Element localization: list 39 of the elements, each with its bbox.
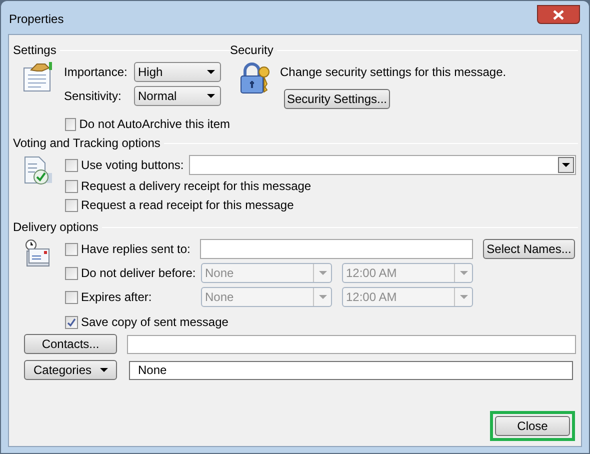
caret-icon: [460, 271, 468, 275]
padlock-key-icon: [239, 62, 271, 94]
checkbox[interactable]: Request a read receipt for this message: [65, 197, 576, 213]
checklist-icon: [23, 156, 53, 186]
close-dialog-button[interactable]: Close: [495, 416, 570, 436]
checkbox[interactable]: Request a delivery receipt for this message: [65, 178, 576, 194]
voting-dropdown[interactable]: [189, 155, 576, 175]
check-icon: [67, 318, 76, 326]
checkbox[interactable]: Use voting buttons:: [65, 157, 189, 173]
caret-icon: [318, 271, 326, 275]
contacts-button[interactable]: Contacts...: [24, 334, 117, 354]
caret-icon: [318, 295, 326, 299]
field-label: Sensitivity:: [64, 88, 122, 105]
section-heading: Delivery options: [13, 219, 100, 236]
window-title: Properties: [9, 10, 64, 28]
checkbox[interactable]: Do not AutoArchive this item: [65, 116, 230, 132]
sensitivity-dropdown[interactable]: Normal: [134, 86, 221, 106]
section-heading: Security: [230, 42, 274, 59]
select-names-button[interactable]: Select Names...: [483, 239, 575, 259]
close-icon: [553, 10, 564, 20]
field-label: Importance:: [64, 64, 128, 81]
document-hand-icon: [23, 62, 53, 92]
replies-field[interactable]: [200, 239, 473, 259]
security-settings-button[interactable]: Security Settings...: [284, 89, 390, 109]
checkbox[interactable]: Have replies sent to:: [65, 241, 200, 257]
caret-icon: [207, 94, 215, 98]
section-heading: Settings: [13, 42, 58, 59]
caret-icon: [562, 163, 570, 167]
section-heading: Voting and Tracking options: [13, 135, 162, 152]
caret-icon: [207, 70, 215, 74]
close-button[interactable]: [537, 5, 580, 24]
checkbox[interactable]: Save copy of sent message: [65, 314, 576, 330]
categories-button[interactable]: Categories: [24, 360, 117, 380]
contacts-field[interactable]: [127, 334, 576, 354]
caret-icon: [100, 368, 108, 372]
importance-dropdown[interactable]: High: [134, 62, 221, 82]
categories-field[interactable]: None: [129, 360, 573, 380]
caret-icon: [460, 295, 468, 299]
security-text: Change security settings for this message.: [280, 64, 506, 81]
